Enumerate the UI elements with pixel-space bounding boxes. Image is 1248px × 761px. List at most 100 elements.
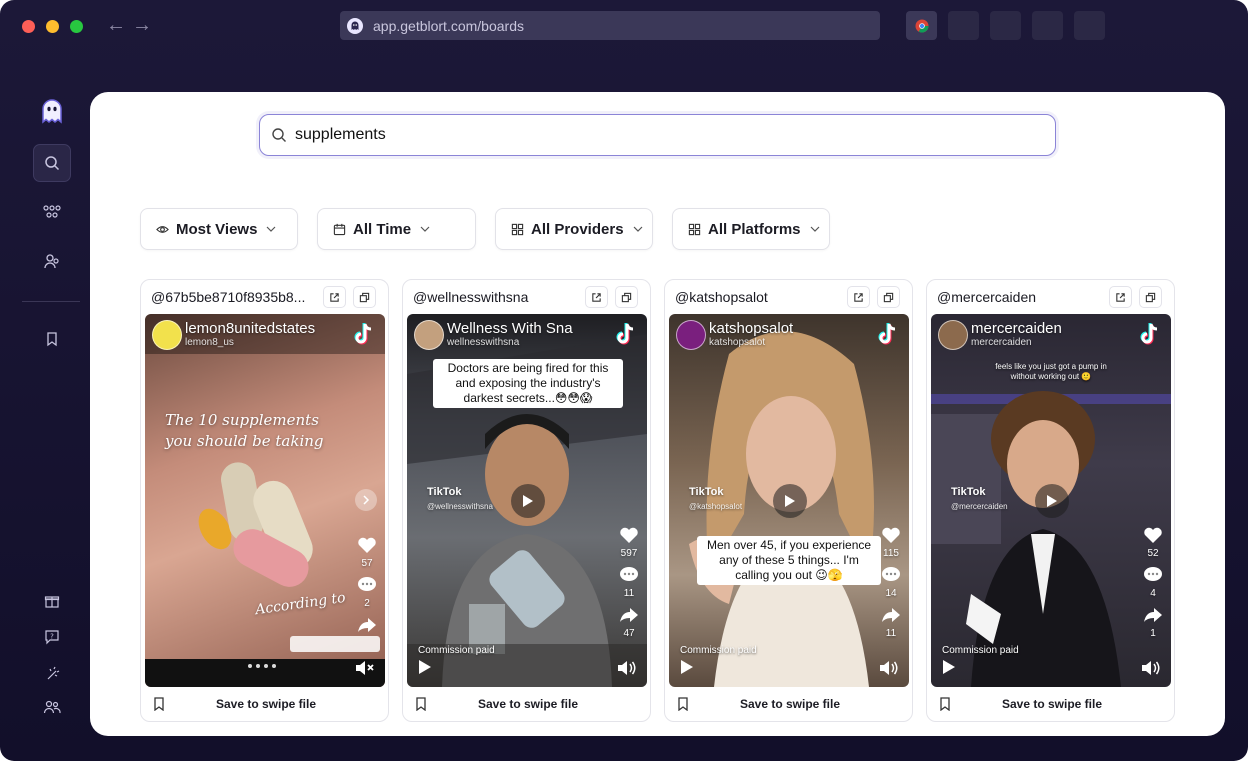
ad-card[interactable]: @wellnesswithsna Wellness With Sna welln… xyxy=(402,279,651,722)
app-logo-ghost-icon[interactable] xyxy=(33,92,71,130)
creator-handle[interactable]: @wellnesswithsna xyxy=(413,289,578,305)
creator-handle[interactable]: @katshopsalot xyxy=(675,289,840,305)
play-button[interactable] xyxy=(1035,484,1069,518)
engagement-rail: 52 4 1 xyxy=(1141,526,1165,646)
minimize-window-button[interactable] xyxy=(46,20,59,33)
sidebar-divider xyxy=(22,301,80,302)
bookmark-icon[interactable] xyxy=(939,697,951,711)
bookmark-icon[interactable] xyxy=(677,697,689,711)
engagement-rail: 57 2 xyxy=(355,536,379,637)
share-icon xyxy=(620,608,638,622)
eye-icon xyxy=(156,225,169,233)
video-caption: Doctors are being fired for this and exp… xyxy=(433,359,623,408)
copy-button[interactable] xyxy=(615,286,638,308)
card-header: @wellnesswithsna xyxy=(403,280,650,314)
volume-icon[interactable] xyxy=(617,660,637,681)
play-icon[interactable] xyxy=(418,659,432,680)
card-header: @katshopsalot xyxy=(665,280,912,314)
volume-icon[interactable] xyxy=(1141,660,1161,681)
creator-avatar xyxy=(676,320,706,350)
chrome-extension-icon[interactable] xyxy=(906,11,937,40)
creator-handle[interactable]: @67b5be8710f8935b8... xyxy=(151,289,316,305)
save-to-swipe-file-button[interactable]: Save to swipe file xyxy=(967,697,1137,711)
play-button[interactable] xyxy=(511,484,545,518)
muted-volume-icon[interactable] xyxy=(355,660,375,681)
heart-icon xyxy=(620,527,638,543)
back-arrow-icon[interactable]: ← xyxy=(106,14,126,36)
open-external-button[interactable] xyxy=(585,286,608,308)
team-icon xyxy=(43,700,61,714)
video-preview[interactable]: katshopsalot katshopsalot TikTok @katsho… xyxy=(669,314,909,687)
likes-count: 115 xyxy=(883,548,899,559)
commission-label: Commission paid xyxy=(942,645,1019,656)
platforms-dropdown[interactable]: All Platforms xyxy=(672,208,830,250)
extension-slot[interactable] xyxy=(1032,11,1063,40)
ghost-favicon-icon xyxy=(347,17,363,34)
close-window-button[interactable] xyxy=(22,20,35,33)
providers-dropdown[interactable]: All Providers xyxy=(495,208,653,250)
forward-arrow-icon[interactable]: → xyxy=(132,14,152,36)
open-external-button[interactable] xyxy=(847,286,870,308)
external-link-icon xyxy=(1116,292,1125,302)
sidebar-item-discover[interactable] xyxy=(33,192,71,230)
play-icon[interactable] xyxy=(942,659,956,680)
maximize-window-button[interactable] xyxy=(70,20,83,33)
sidebar-item-creators[interactable] xyxy=(33,242,71,280)
video-preview[interactable]: mercercaiden mercercaiden feels like you… xyxy=(931,314,1171,687)
search-input[interactable] xyxy=(295,126,995,144)
grid-icon xyxy=(688,223,701,235)
save-to-swipe-file-button[interactable]: Save to swipe file xyxy=(181,697,351,711)
comments-count: 2 xyxy=(364,598,370,609)
tiktok-watermark: TikTok xyxy=(427,486,462,498)
play-icon[interactable] xyxy=(680,659,694,680)
supplement-pills-illustration xyxy=(145,314,385,687)
sidebar-item-boards[interactable] xyxy=(33,320,71,358)
comment-icon xyxy=(620,567,638,581)
play-button[interactable] xyxy=(773,484,807,518)
creator-handle[interactable]: @mercercaiden xyxy=(937,289,1102,305)
filter-label: All Time xyxy=(353,220,412,238)
video-preview[interactable]: Wellness With Sna wellnesswithsna Doctor… xyxy=(407,314,647,687)
sidebar-item-search[interactable] xyxy=(33,144,71,182)
search-bar[interactable] xyxy=(259,114,1056,156)
extension-slot[interactable] xyxy=(948,11,979,40)
carousel-next-button[interactable] xyxy=(355,489,377,511)
card-header: @mercercaiden xyxy=(927,280,1174,314)
save-to-swipe-file-button[interactable]: Save to swipe file xyxy=(705,697,875,711)
ad-card[interactable]: @67b5be8710f8935b8... lemon8unitedstates… xyxy=(140,279,389,722)
bookmark-icon[interactable] xyxy=(153,697,165,711)
video-creator-sub: mercercaiden xyxy=(971,337,1032,348)
address-bar[interactable]: app.getblort.com/boards xyxy=(340,11,880,40)
video-preview[interactable]: lemon8unitedstates lemon8_us The 10 supp… xyxy=(145,314,385,687)
copy-button[interactable] xyxy=(1139,286,1162,308)
ad-card[interactable]: @katshopsalot katshopsalot katshopsalot xyxy=(664,279,913,722)
tiktok-logo-icon xyxy=(615,322,637,351)
copy-icon xyxy=(1145,292,1156,302)
heart-icon xyxy=(882,527,900,543)
tiktok-logo-icon xyxy=(1139,322,1161,351)
external-link-icon xyxy=(854,292,863,302)
sidebar-item-help[interactable]: ? xyxy=(33,618,71,656)
calendar-icon xyxy=(333,223,346,235)
copy-button[interactable] xyxy=(877,286,900,308)
extension-slot[interactable] xyxy=(1074,11,1105,40)
volume-icon[interactable] xyxy=(879,660,899,681)
open-external-button[interactable] xyxy=(323,286,346,308)
bookmark-icon[interactable] xyxy=(415,697,427,711)
gift-icon xyxy=(44,596,60,608)
sort-dropdown[interactable]: Most Views xyxy=(140,208,298,250)
save-to-swipe-file-button[interactable]: Save to swipe file xyxy=(443,697,613,711)
copy-button[interactable] xyxy=(353,286,376,308)
open-external-button[interactable] xyxy=(1109,286,1132,308)
time-dropdown[interactable]: All Time xyxy=(317,208,476,250)
extension-slot[interactable] xyxy=(990,11,1021,40)
copy-icon xyxy=(883,292,894,302)
filter-label: Most Views xyxy=(176,220,258,238)
sidebar-item-team[interactable] xyxy=(33,688,71,726)
sidebar-item-gift[interactable] xyxy=(33,582,71,620)
search-icon xyxy=(45,156,60,171)
comment-icon xyxy=(358,577,376,591)
tiktok-watermark: TikTok xyxy=(951,486,986,498)
shares-count: 47 xyxy=(623,628,635,639)
ad-card[interactable]: @mercercaiden mercercaiden mercercaiden … xyxy=(926,279,1175,722)
